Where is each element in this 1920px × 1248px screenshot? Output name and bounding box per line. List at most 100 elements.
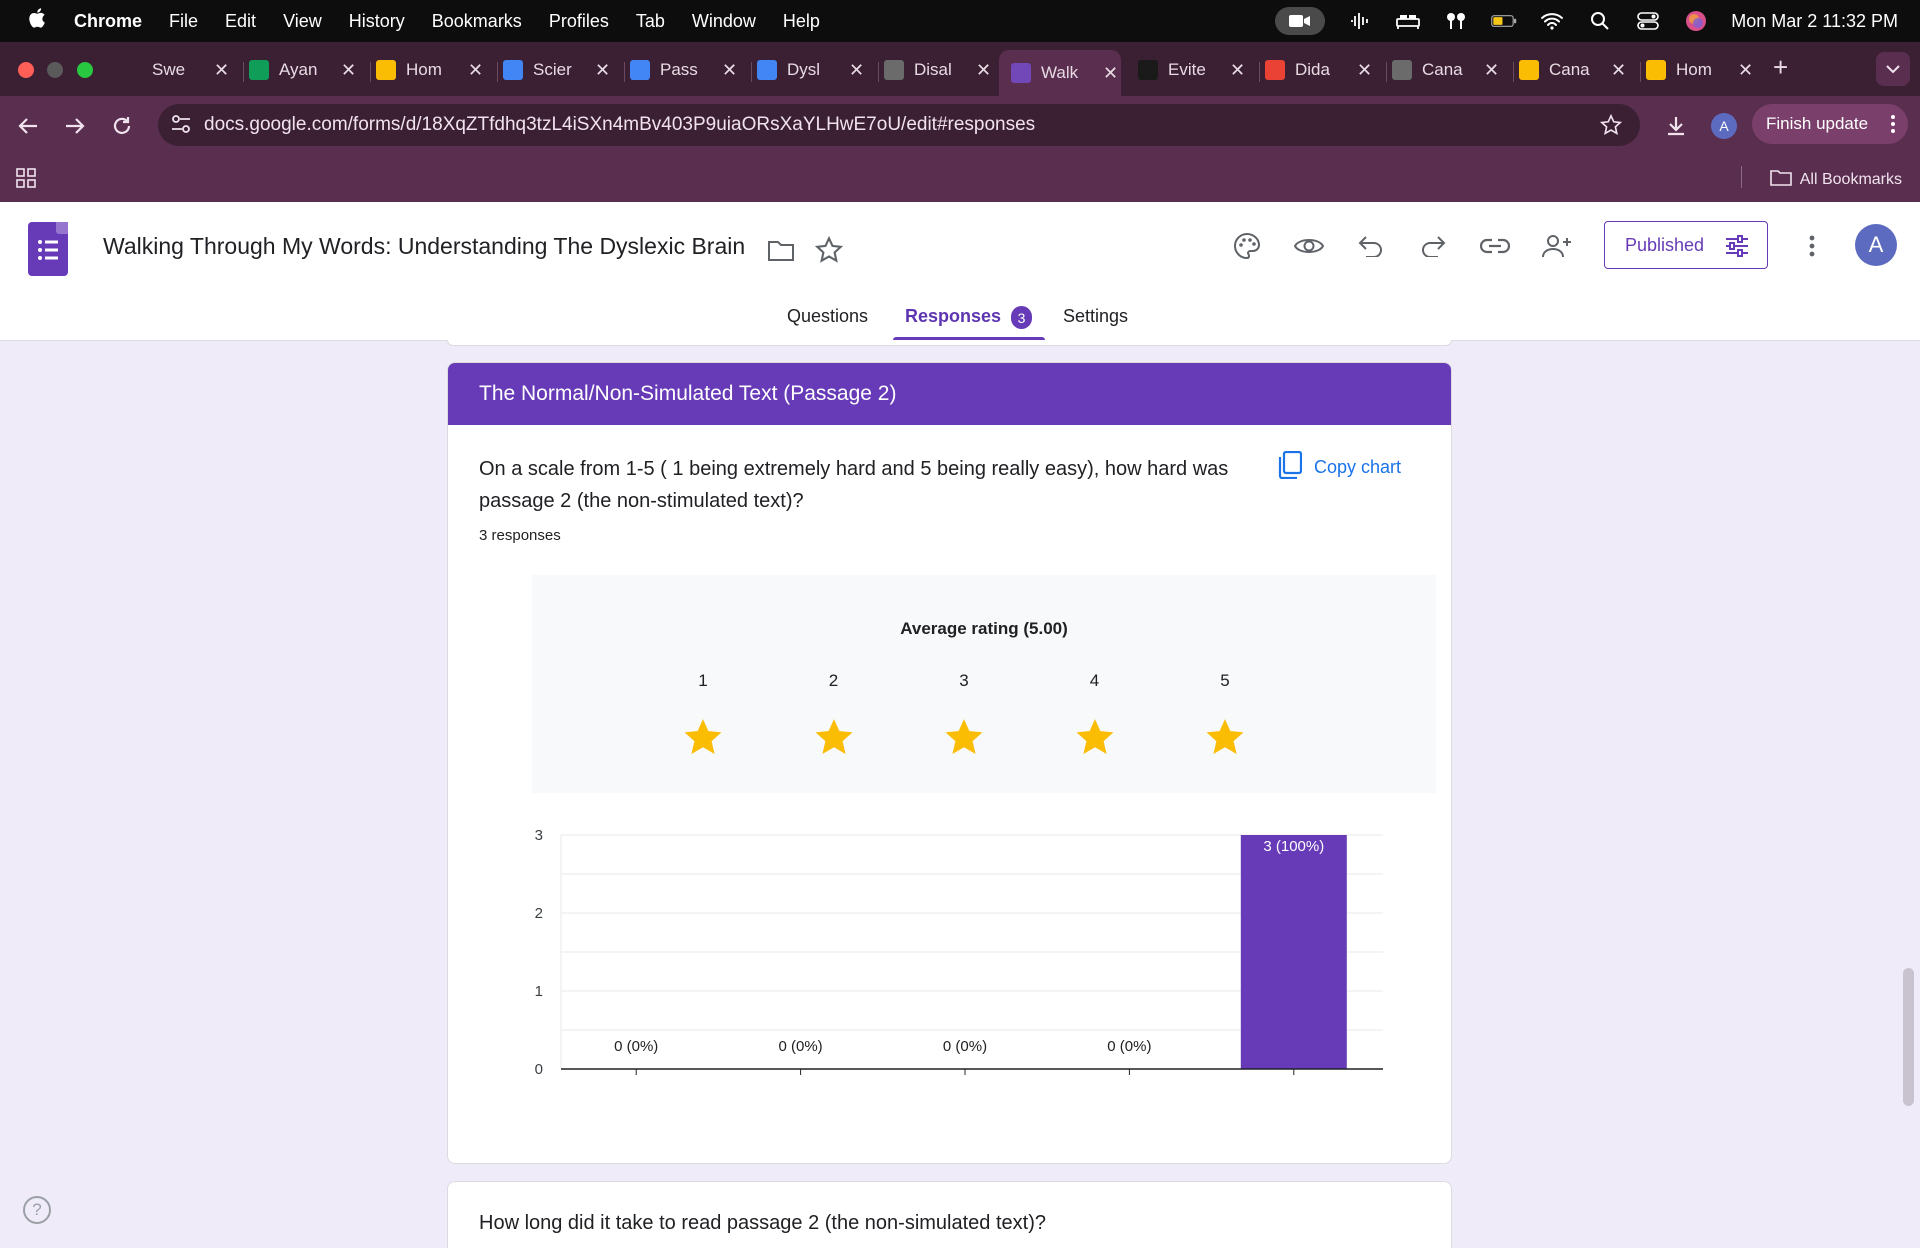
published-button[interactable]: Published [1604,221,1768,269]
close-tab-icon[interactable]: ✕ [1611,60,1626,81]
finish-update-button[interactable]: Finish update [1752,104,1908,144]
publish-settings-icon [1725,235,1749,262]
browser-tab[interactable]: Cana ✕ [1519,50,1626,90]
finish-update-label: Finish update [1766,114,1869,133]
browser-tab[interactable]: Scier ✕ [503,50,610,90]
close-tab-icon[interactable]: ✕ [1103,63,1118,84]
help-icon[interactable]: ? [23,1196,51,1224]
menu-view[interactable]: View [283,11,322,32]
close-tab-icon[interactable]: ✕ [1738,60,1753,81]
preview-eye-icon[interactable] [1291,228,1327,264]
customize-theme-icon[interactable] [1229,228,1265,264]
browser-tab[interactable]: Walk ✕ [999,50,1121,96]
menu-tab[interactable]: Tab [636,11,665,32]
bookmark-star-icon[interactable] [1599,113,1623,141]
control-center-icon[interactable] [1635,11,1661,31]
battery-icon[interactable] [1491,11,1517,31]
tab-settings[interactable]: Settings [1063,306,1128,327]
forward-button[interactable] [61,112,89,140]
browser-tab[interactable]: Hom ✕ [376,50,483,90]
tab-separator [751,62,752,82]
tab-title: Cana [1549,60,1590,79]
video-camera-icon[interactable] [1275,7,1326,35]
move-to-folder-icon[interactable] [763,232,799,268]
google-forms-logo-icon[interactable] [28,222,68,276]
redo-icon[interactable] [1415,228,1451,264]
close-tab-icon[interactable]: ✕ [976,60,991,81]
browser-tab[interactable]: Hom ✕ [1646,50,1753,90]
close-window-button[interactable] [18,62,34,78]
browser-tab[interactable]: Evite ✕ [1138,50,1245,90]
all-bookmarks-button[interactable]: All Bookmarks [1769,168,1902,191]
tab-title: Hom [1676,60,1712,79]
responses-count: 3 responses [479,527,561,544]
siri-icon[interactable] [1683,11,1709,31]
browser-tab[interactable]: Swe ✕ [122,50,229,90]
tab-search-button[interactable] [1876,52,1910,86]
back-button[interactable] [14,112,42,140]
reload-button[interactable] [108,112,136,140]
y-tick-label: 1 [535,983,543,1000]
downloads-icon[interactable] [1662,112,1690,140]
apps-grid-icon[interactable] [16,168,36,193]
browser-tab[interactable]: Disal ✕ [884,50,991,90]
star-number-label: 3 [959,671,969,690]
summary-section-card: The Normal/Non-Simulated Text (Passage 2… [447,362,1452,1164]
openai-icon [122,60,142,80]
browser-tab[interactable]: Dysl ✕ [757,50,864,90]
airpods-icon[interactable] [1443,11,1469,31]
close-tab-icon[interactable]: ✕ [595,60,610,81]
undo-icon[interactable] [1353,228,1389,264]
browser-toolbar: docs.google.com/forms/d/18XqZTfdhq3tzL4i… [0,96,1920,154]
address-bar[interactable]: docs.google.com/forms/d/18XqZTfdhq3tzL4i… [158,104,1640,146]
page-scrollbar[interactable] [1903,968,1914,1106]
audio-wave-icon[interactable] [1347,11,1373,31]
close-tab-icon[interactable]: ✕ [722,60,737,81]
account-avatar[interactable]: A [1855,224,1897,266]
close-tab-icon[interactable]: ✕ [849,60,864,81]
zoom-window-button[interactable] [77,62,93,78]
tab-questions[interactable]: Questions [787,306,868,327]
bar [1240,835,1347,1069]
previous-card-edge [447,340,1452,346]
new-tab-button[interactable]: + [1773,52,1788,83]
site-settings-icon[interactable] [170,114,194,136]
star-number-label: 2 [828,671,839,690]
copy-chart-button[interactable]: Copy chart [1278,450,1401,484]
profile-avatar[interactable]: A [1711,113,1737,139]
menu-profiles[interactable]: Profiles [549,11,609,32]
apple-icon[interactable] [26,7,50,35]
browser-tab[interactable]: Dida ✕ [1265,50,1372,90]
close-tab-icon[interactable]: ✕ [1357,60,1372,81]
close-tab-icon[interactable]: ✕ [214,60,229,81]
spotlight-search-icon[interactable] [1587,11,1613,31]
menu-help[interactable]: Help [783,11,820,32]
more-options-icon[interactable] [1794,228,1830,264]
close-tab-icon[interactable]: ✕ [1484,60,1499,81]
form-title[interactable]: Walking Through My Words: Understanding … [103,233,745,260]
menu-edit[interactable]: Edit [225,11,256,32]
responses-count-badge: 3 [1011,306,1032,329]
minimize-window-button[interactable] [47,62,63,78]
tab-responses[interactable]: Responses [905,306,1001,327]
menu-window[interactable]: Window [692,11,756,32]
add-collaborators-icon[interactable] [1539,228,1575,264]
copy-link-icon[interactable] [1477,228,1513,264]
browser-tab[interactable]: Pass ✕ [630,50,737,90]
close-tab-icon[interactable]: ✕ [468,60,483,81]
star-icon[interactable] [811,232,847,268]
browser-tab[interactable]: Cana ✕ [1392,50,1499,90]
url-text[interactable]: docs.google.com/forms/d/18XqZTfdhq3tzL4i… [204,114,1035,136]
wifi-icon[interactable] [1539,11,1565,31]
close-tab-icon[interactable]: ✕ [341,60,356,81]
bed-icon[interactable] [1395,11,1421,31]
browser-tab[interactable]: Ayan ✕ [249,50,356,90]
tab-separator [624,62,625,82]
menu-bookmarks[interactable]: Bookmarks [432,11,522,32]
menu-bar-clock[interactable]: Mon Mar 2 11:32 PM [1731,11,1898,32]
menu-history[interactable]: History [349,11,405,32]
close-tab-icon[interactable]: ✕ [1230,60,1245,81]
globe-icon [884,60,904,80]
menu-app-name[interactable]: Chrome [74,11,142,32]
menu-file[interactable]: File [169,11,198,32]
